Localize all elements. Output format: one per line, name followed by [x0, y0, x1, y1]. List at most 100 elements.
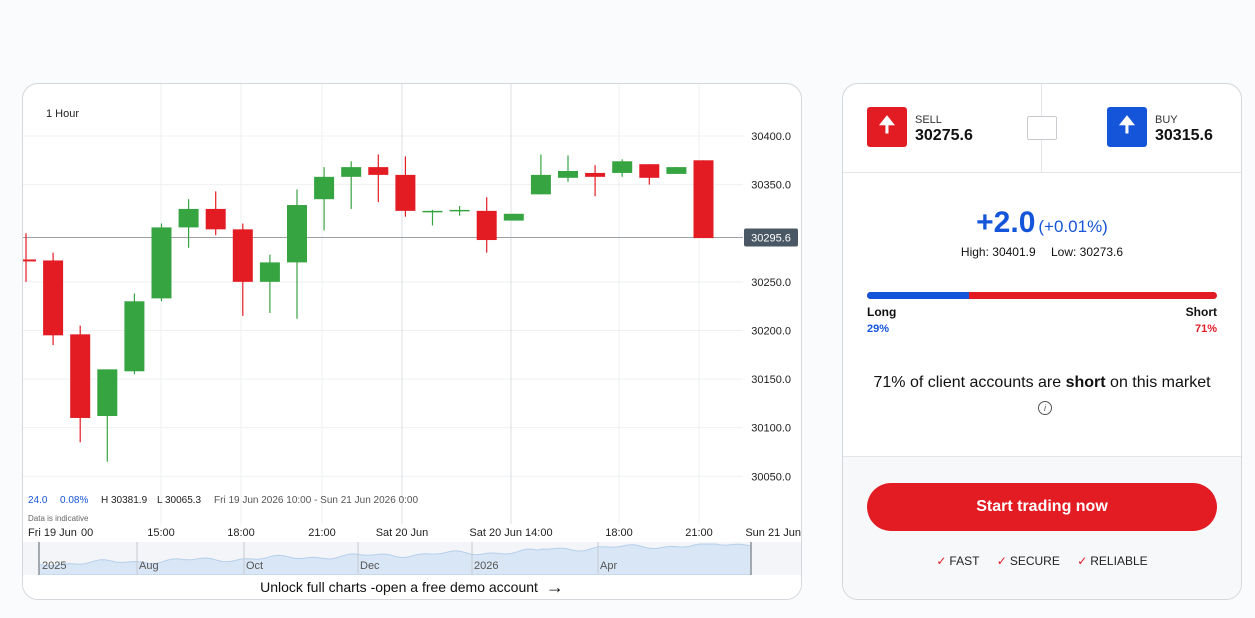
navigator-label: Aug	[139, 560, 159, 572]
candlestick-chart[interactable]: 30400.0 30350.0 30250.0 30200.0 30150.0 30100…	[23, 84, 801, 575]
sentiment-bar	[867, 292, 1217, 299]
check-icon: ✓	[936, 554, 947, 568]
interval-label: 1 Hour	[46, 108, 79, 120]
sell-button[interactable]: 🠉	[867, 107, 907, 147]
candle-body	[693, 160, 714, 239]
x-tick-label: Fri 19 Jun	[28, 527, 77, 539]
candle-body	[314, 176, 335, 200]
long-percent: 29%	[867, 323, 890, 335]
y-tick-label: 30100.0	[751, 423, 791, 435]
x-tick-label: Sun 21 Jun	[745, 527, 801, 539]
short-percent: 71%	[1194, 323, 1217, 335]
candle-body	[151, 227, 172, 299]
cta-section: Start trading now ✓ FAST ✓ SECURE ✓ RELIABL…	[843, 456, 1241, 599]
candle-body	[612, 161, 633, 173]
x-tick-label: 18:00	[227, 527, 255, 539]
info-icon[interactable]: i	[1038, 401, 1052, 415]
x-tick-label: 18:00	[605, 527, 633, 539]
high-value: High: 30401.9	[960, 245, 1036, 259]
candle-body	[287, 205, 307, 263]
feature-reliable: ✓ RELIABLE	[1077, 554, 1147, 568]
chart-panel: 30400.0 30350.0 30250.0 30200.0 30150.0 30100…	[22, 83, 802, 600]
x-tick-label: 15:00	[147, 527, 175, 539]
candle-body	[530, 174, 551, 195]
trade-panel: 🠉 SELL 30275.6 🠉 BUY 30315.6 +2.0 (+0.01%…	[842, 83, 1242, 600]
sentiment-rest: on this market	[1110, 374, 1211, 391]
check-icon: ✓	[996, 554, 1007, 568]
sentiment-long-fill	[867, 292, 969, 299]
x-tick-label: 00	[81, 527, 93, 539]
candle-body	[124, 301, 145, 372]
candle-body	[503, 213, 524, 221]
candle-body	[639, 164, 660, 178]
feature-label: FAST	[949, 554, 980, 568]
candle-body	[585, 172, 606, 177]
candle-body	[23, 259, 36, 262]
candle-body	[259, 262, 280, 282]
feature-label: SECURE	[1009, 554, 1060, 568]
arrow-right-icon: →	[545, 577, 564, 597]
candle-body	[449, 209, 470, 212]
feature-fast: ✓ FAST	[936, 554, 979, 568]
navigator-label: 2025	[42, 560, 66, 572]
check-icon: ✓	[1077, 554, 1088, 568]
x-tick-label: Sat 20 Jun 14:00	[469, 527, 552, 539]
sentiment-text: 71% of client accounts are short on this…	[873, 370, 1211, 422]
x-tick-label: Sat 20 Jun	[376, 527, 429, 539]
price-change: +2.0 (+0.01%)	[843, 206, 1241, 240]
feature-secure: ✓ SECURE	[997, 554, 1060, 568]
y-tick-label: 30250.0	[751, 277, 791, 289]
candle-body	[476, 210, 497, 241]
y-tick-label: 30400.0	[751, 131, 791, 143]
spread-box	[1027, 116, 1057, 140]
candle-body	[205, 208, 226, 230]
x-tick-label: 21:00	[308, 527, 336, 539]
candle-body	[341, 167, 362, 177]
info-low: L 30065.3	[157, 495, 202, 506]
candle-body	[178, 208, 199, 228]
start-trading-button[interactable]: Start trading now	[867, 483, 1217, 531]
low-value: Low: 30273.6	[1051, 245, 1124, 259]
candle-body	[558, 171, 578, 178]
candle-body	[422, 210, 443, 213]
buy-button[interactable]: 🠉	[1107, 107, 1147, 147]
y-tick-label: 30050.0	[751, 471, 791, 483]
sentiment-word: short	[1065, 374, 1106, 391]
info-change-pct: 0.08%	[60, 495, 88, 506]
x-tick-label: 21:00	[685, 527, 713, 539]
info-note: Data is indicative	[28, 514, 89, 523]
unlock-charts-link[interactable]: Unlock full charts -open a free demo acc…	[23, 575, 801, 599]
navigator-label: 2026	[474, 560, 498, 572]
candle-body	[368, 167, 389, 175]
current-price-label: 30295.6	[751, 233, 791, 245]
info-high: H 30381.9	[101, 495, 148, 506]
navigator-label: Dec	[360, 560, 380, 572]
y-tick-label: 30150.0	[751, 374, 791, 386]
y-tick-label: 30200.0	[751, 325, 791, 337]
y-tick-label: 30350.0	[751, 180, 791, 192]
info-range: Fri 19 Jun 2026 10:00 - Sun 21 Jun 2026 …	[214, 495, 418, 506]
sell-price: 30275.6	[915, 127, 973, 144]
sentiment-lead: 71% of client accounts are	[873, 374, 1062, 391]
candle-body	[97, 369, 118, 417]
long-label: Long	[867, 305, 897, 319]
candle-body	[232, 229, 253, 282]
navigator-label: Oct	[246, 560, 263, 572]
price-row: 🠉 SELL 30275.6 🠉 BUY 30315.6	[843, 84, 1241, 173]
unlock-charts-text: Unlock full charts -open a free demo acc…	[260, 579, 538, 595]
candle-body	[395, 174, 416, 211]
high-low: High: 30401.9 Low: 30273.6	[843, 245, 1241, 259]
buy-price: 30315.6	[1155, 127, 1213, 144]
change-percent: (+0.01%)	[1038, 217, 1108, 236]
buy-label: BUY	[1155, 114, 1178, 126]
candle-body	[70, 334, 91, 418]
navigator-label: Apr	[600, 560, 617, 572]
arrow-up-icon: 🠉	[877, 112, 897, 137]
candle-body	[666, 167, 687, 174]
short-label: Short	[1185, 305, 1217, 319]
feature-label: RELIABLE	[1090, 554, 1148, 568]
change-value: +2.0	[976, 206, 1036, 239]
info-last: 24.0	[28, 495, 48, 506]
sell-label: SELL	[915, 114, 942, 126]
feature-list: ✓ FAST ✓ SECURE ✓ RELIABLE	[843, 554, 1241, 568]
